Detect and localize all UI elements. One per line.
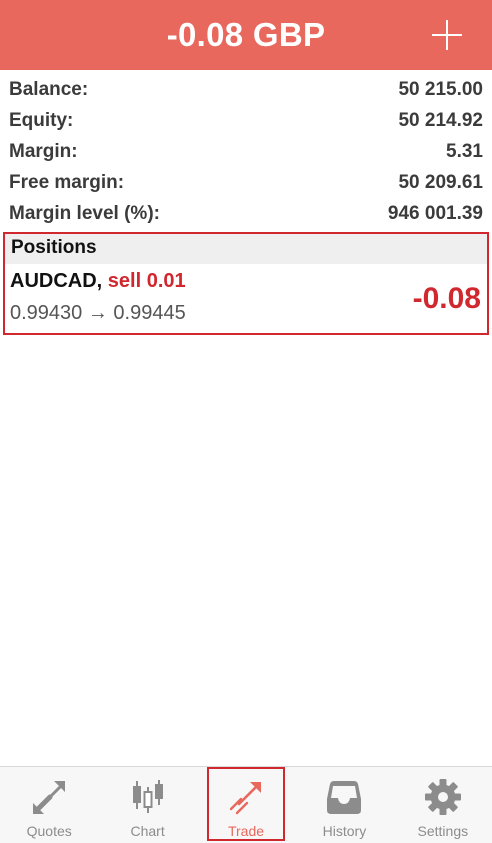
candlestick-chart-icon: [132, 780, 163, 813]
balance-value: 50 215.00: [398, 78, 483, 100]
free-margin-value: 50 209.61: [398, 171, 483, 193]
positions-heading: Positions: [5, 234, 487, 264]
gear-icon: [424, 779, 461, 815]
trade-trend-icon: [229, 782, 262, 815]
tab-history[interactable]: History: [295, 767, 393, 843]
balance-row: Balance: 50 215.00: [0, 74, 492, 105]
quotes-arrows-icon: [33, 781, 66, 814]
position-symbol: AUDCAD,: [10, 270, 103, 292]
position-profit: -0.08: [412, 282, 481, 315]
position-title: AUDCAD, sell 0.01: [10, 270, 186, 293]
equity-row: Equity: 50 214.92: [0, 105, 492, 136]
tab-quotes[interactable]: Quotes: [0, 767, 98, 843]
margin-level-label: Margin level (%):: [9, 202, 160, 224]
plus-icon[interactable]: [432, 20, 462, 50]
floating-profit-title: -0.08 GBP: [166, 16, 326, 53]
account-summary: Balance: 50 215.00 Equity: 50 214.92 Mar…: [0, 74, 492, 229]
margin-label: Margin:: [9, 140, 78, 162]
margin-value: 5.31: [446, 140, 483, 162]
tab-trade[interactable]: Trade: [197, 767, 295, 843]
positions-section: Positions AUDCAD, sell 0.01 0.99430 → 0.…: [3, 232, 489, 335]
tab-quotes-label: Quotes: [26, 823, 72, 839]
equity-value: 50 214.92: [398, 109, 483, 131]
free-margin-row: Free margin: 50 209.61: [0, 167, 492, 198]
free-margin-label: Free margin:: [9, 171, 125, 193]
tab-trade-label: Trade: [227, 823, 265, 839]
tab-chart-label: Chart: [130, 823, 165, 839]
margin-level-row: Margin level (%): 946 001.39: [0, 198, 492, 229]
tab-settings-label: Settings: [417, 823, 469, 839]
margin-row: Margin: 5.31: [0, 136, 492, 167]
tab-settings[interactable]: Settings: [394, 767, 492, 843]
position-side: sell 0.01: [107, 270, 186, 292]
position-prices: 0.99430 → 0.99445: [10, 302, 186, 324]
equity-label: Equity:: [9, 109, 74, 131]
balance-label: Balance:: [9, 78, 89, 100]
inbox-tray-icon: [327, 781, 362, 814]
top-bar: -0.08 GBP: [0, 0, 492, 70]
position-row[interactable]: AUDCAD, sell 0.01 0.99430 → 0.99445 -0.0…: [5, 264, 487, 332]
tab-chart[interactable]: Chart: [98, 767, 196, 843]
margin-level-value: 946 001.39: [387, 202, 483, 224]
tab-bar: Quotes Chart Trade History Settings: [0, 766, 492, 843]
tab-history-label: History: [322, 823, 367, 839]
